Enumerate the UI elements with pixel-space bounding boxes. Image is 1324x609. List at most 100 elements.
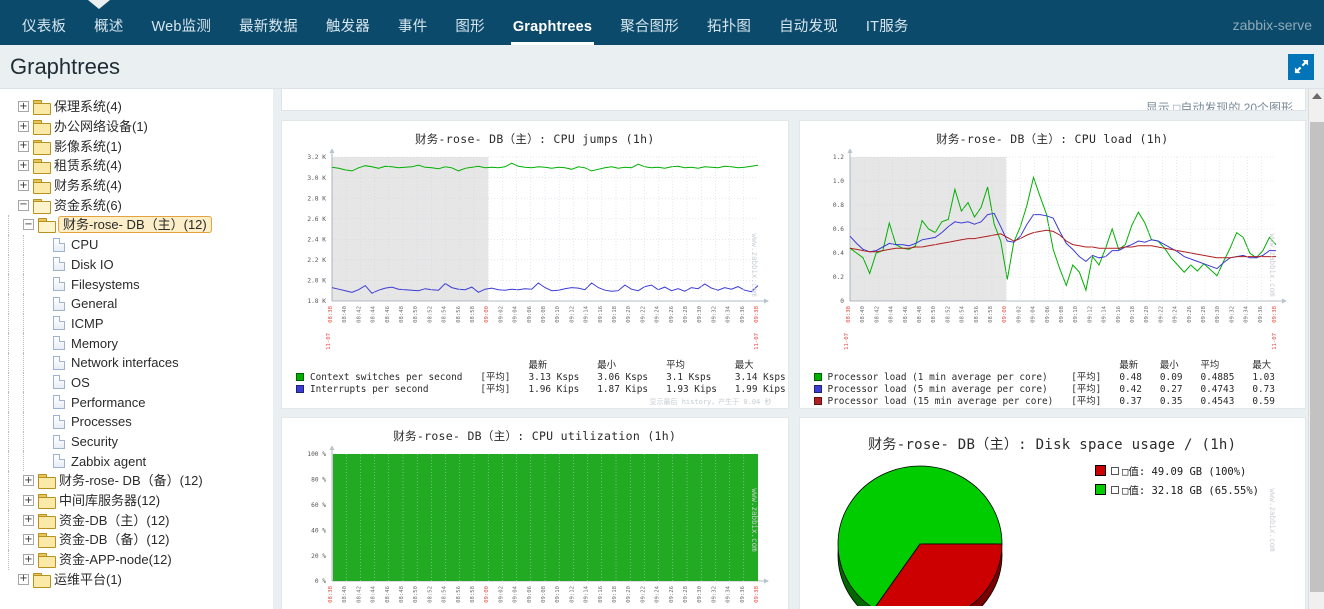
tree-node[interactable]: Disk IO	[0, 254, 273, 275]
svg-text:09:24: 09:24	[655, 305, 661, 322]
svg-text:08:44: 08:44	[888, 305, 894, 322]
expand-toggle-icon[interactable]: +	[18, 101, 29, 113]
legend-agg-value: [平均]	[480, 384, 511, 395]
expand-toggle-icon[interactable]: +	[23, 495, 34, 507]
tree-node[interactable]: General	[0, 293, 273, 314]
fullscreen-toggle-button[interactable]	[1288, 53, 1314, 80]
legend-avg-value: 0.4543	[1200, 396, 1235, 407]
svg-text:09:14: 09:14	[584, 585, 590, 602]
svg-text:2.6 K: 2.6 K	[307, 216, 326, 223]
expand-toggle-icon[interactable]: +	[18, 121, 29, 133]
tree-node[interactable]: Memory	[0, 333, 273, 353]
expand-toggle-icon[interactable]: +	[18, 180, 29, 192]
tree-node[interactable]: Network interfaces	[0, 352, 273, 373]
expand-toggle-icon[interactable]: +	[23, 534, 34, 546]
plot-cpu-load: 0 0.2 0.4 0.6 0.8 1.0 1.2 08:38 08:40 08:42 08:44 0…	[808, 149, 1298, 354]
tree-node[interactable]: + 租赁系统(4)	[0, 156, 273, 176]
tree-node[interactable]: + 影像系统(1)	[0, 136, 273, 156]
document-icon	[53, 296, 65, 311]
svg-text:09:08: 09:08	[1059, 305, 1065, 322]
legend-cpu-load: 最新 最小 平均 最大 Processor load (1 min average pe…	[808, 356, 1298, 408]
tree-node[interactable]: + 资金-DB（主）(12)	[0, 510, 273, 531]
nav-item-仪表板[interactable]: 仪表板	[8, 19, 80, 46]
tree-node[interactable]: + 运维平台(1)	[0, 570, 273, 590]
legend-col-header: 最小	[597, 360, 617, 371]
svg-text:08:54: 08:54	[442, 585, 448, 602]
nav-item-图形[interactable]: 图形	[441, 19, 498, 46]
tree-node-list: + 保理系统(4) + 办公网络设备(1) + 影像系统(1) + 租赁系统(4) + 财务系统(…	[0, 97, 273, 589]
folder-icon	[33, 139, 51, 155]
expand-toggle-icon[interactable]: +	[23, 554, 34, 566]
nav-active-notch	[88, 0, 110, 9]
tree-node[interactable]: CPU	[0, 234, 273, 255]
tree-node[interactable]: + 财务系统(4)	[0, 176, 273, 196]
expand-toggle-icon[interactable]: +	[18, 160, 29, 172]
tree-node[interactable]: Zabbix agent	[0, 451, 273, 472]
svg-text:0.4: 0.4	[832, 250, 843, 257]
scrollbar-thumb[interactable]	[1310, 122, 1324, 592]
graph-card-cpu-utilization[interactable]: 财务-rose- DB（主）: CPU utilization (1h) 0 %…	[281, 417, 789, 609]
tree-node[interactable]: + 资金-APP-node(12)	[0, 549, 273, 570]
graph-card-cpu-jumps[interactable]: 财务-rose- DB（主）: CPU jumps (1h) 1.8 K 2.0 …	[281, 120, 789, 409]
svg-text:09:06: 09:06	[527, 586, 533, 603]
tree-node[interactable]: + 保理系统(4)	[0, 97, 273, 117]
svg-text:09:20: 09:20	[626, 586, 632, 603]
tree-node[interactable]: Security	[0, 431, 273, 452]
expand-toggle-icon[interactable]: +	[23, 514, 34, 526]
svg-text:09:18: 09:18	[612, 305, 618, 322]
nav-item-it服务[interactable]: IT服务	[852, 19, 923, 46]
tree-node[interactable]: Performance	[0, 392, 273, 412]
folder-icon	[33, 100, 51, 116]
nav-item-触发器[interactable]: 触发器	[312, 19, 384, 46]
folder-icon	[33, 198, 51, 214]
svg-text:40 %: 40 %	[311, 527, 326, 534]
pie-legend-label-1: □值: 32.18 GB (65.55%)	[1122, 485, 1259, 497]
tree-node[interactable]: − 财务-rose- DB（主）(12)	[0, 215, 273, 235]
expand-toggle-icon[interactable]: +	[18, 140, 29, 152]
nav-item-web监测[interactable]: Web监测	[138, 19, 226, 46]
tree-node[interactable]: + 中间库服务器(12)	[0, 490, 273, 511]
scroll-up-arrow-icon[interactable]	[1311, 93, 1322, 99]
pie-legend-item: □值: 49.09 GB (100%)	[1095, 464, 1259, 479]
tree-node[interactable]: + 办公网络设备(1)	[0, 117, 273, 137]
nav-item-概述[interactable]: 概述	[80, 19, 137, 46]
nav-item-拓扑图[interactable]: 拓扑图	[693, 19, 765, 46]
tree-node[interactable]: ICMP	[0, 313, 273, 334]
svg-text:0 %: 0 %	[315, 578, 326, 585]
legend-color-swatch	[813, 373, 822, 381]
svg-text:09:14: 09:14	[1101, 305, 1107, 322]
svg-text:80 %: 80 %	[311, 477, 326, 484]
svg-text:08:52: 08:52	[427, 306, 433, 323]
tree-node[interactable]: Filesystems	[0, 274, 273, 294]
svg-text:09:18: 09:18	[1130, 305, 1136, 322]
nav-item-自动发现[interactable]: 自动发现	[765, 19, 852, 46]
legend-row: Processor load (5 min average per core) […	[813, 384, 1275, 396]
expand-toggle-icon[interactable]: +	[23, 475, 34, 487]
folder-icon	[38, 494, 56, 510]
folder-icon	[33, 179, 51, 195]
tree-node[interactable]: − 资金系统(6)	[0, 195, 273, 215]
legend-col-header: 最大	[734, 360, 754, 371]
svg-text:09:36: 09:36	[740, 306, 746, 323]
legend-series-name: Context switches per second	[296, 372, 462, 384]
collapse-toggle-icon[interactable]: −	[23, 219, 34, 231]
collapse-toggle-icon[interactable]: −	[18, 199, 29, 211]
tree-indent-guide	[8, 412, 23, 432]
svg-text:09:16: 09:16	[1115, 306, 1121, 323]
svg-text:09:12: 09:12	[1087, 306, 1093, 323]
vertical-scrollbar[interactable]	[1308, 89, 1324, 609]
legend-max-value: 0.73	[1252, 384, 1275, 395]
tree-indent-guide	[23, 234, 38, 255]
nav-item-graphtrees[interactable]: Graphtrees	[499, 19, 606, 46]
nav-item-事件[interactable]: 事件	[384, 19, 441, 46]
tree-node[interactable]: OS	[0, 372, 273, 393]
graph-card-disk-space-usage[interactable]: 财务-rose- DB（主）: Disk space usage / (1h) …	[798, 417, 1306, 609]
nav-item-最新数据[interactable]: 最新数据	[225, 19, 312, 46]
expand-toggle-icon[interactable]: +	[18, 573, 29, 585]
tree-node[interactable]: + 财务-rose- DB（备）(12)	[0, 471, 273, 491]
graph-card-cpu-load[interactable]: 财务-rose- DB（主）: CPU load (1h) 0 0.2 0.4 0.6…	[798, 120, 1306, 409]
tree-node[interactable]: Processes	[0, 412, 273, 432]
tree-node[interactable]: + 资金-DB（备）(12)	[0, 530, 273, 550]
nav-item-聚合图形[interactable]: 聚合图形	[606, 19, 693, 46]
legend-col-header: 最大	[1252, 360, 1272, 371]
